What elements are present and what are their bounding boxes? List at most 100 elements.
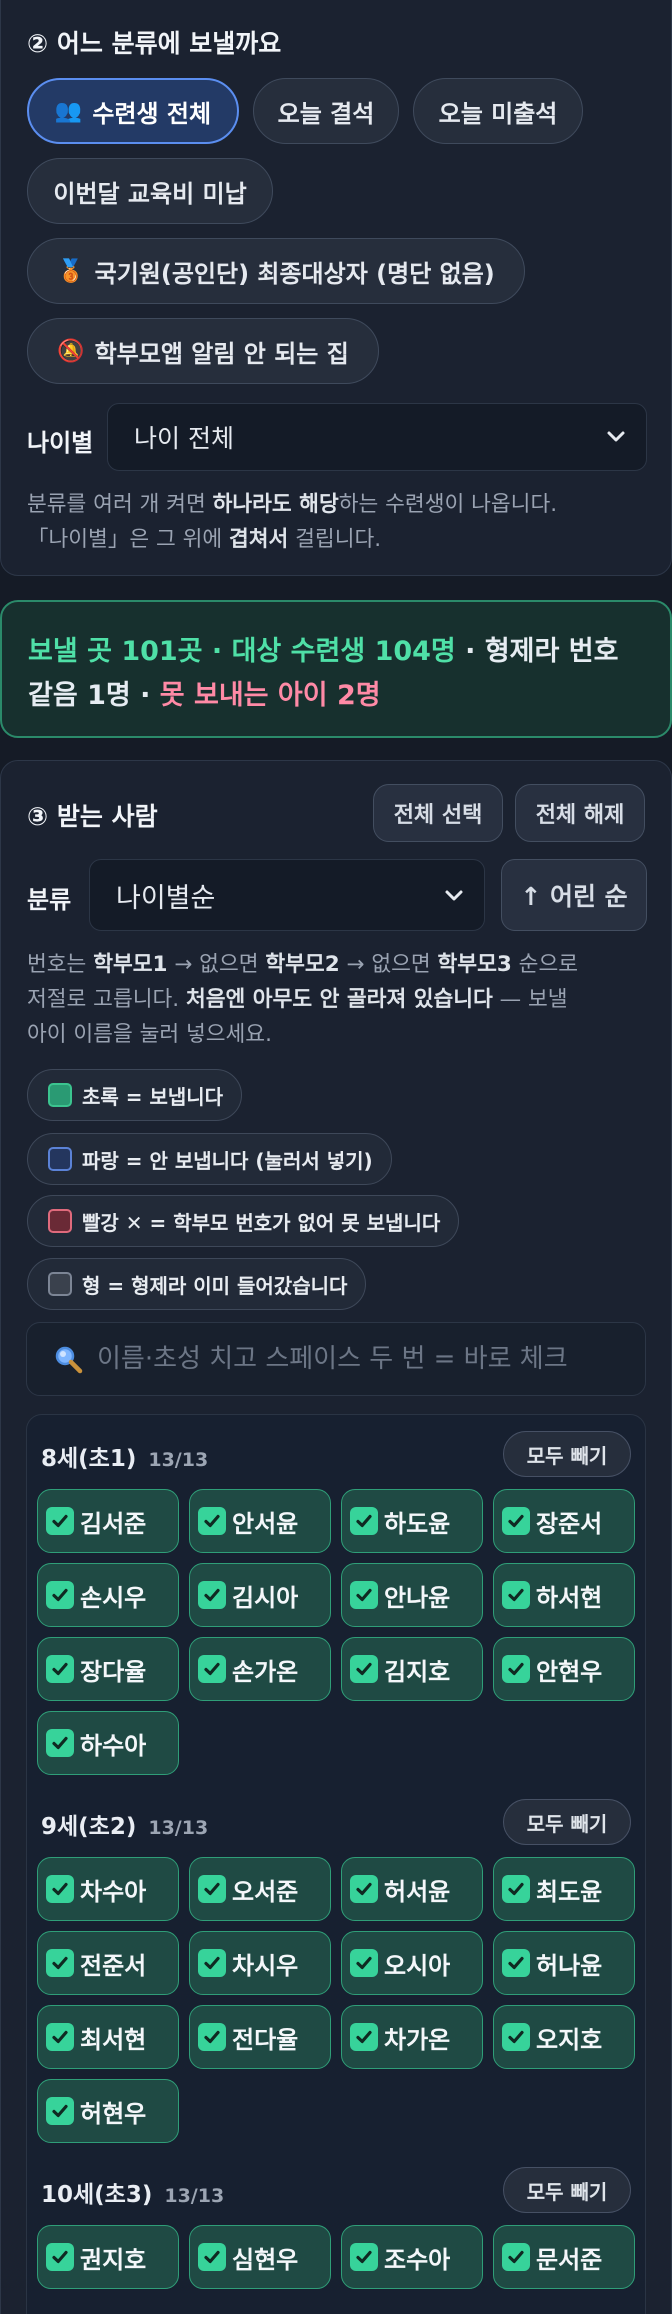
student-chip[interactable]: 권지호 (37, 2225, 179, 2289)
student-chip[interactable]: 허서윤 (341, 1857, 483, 1921)
group-count: 13/13 (148, 1449, 209, 1471)
no-bell-icon: 🔕 (57, 338, 85, 364)
student-name: 안나윤 (384, 1583, 451, 1612)
sort-select[interactable]: 나이별순 (89, 859, 485, 931)
student-name: 오지호 (536, 2025, 603, 2054)
student-chip[interactable]: 김서준 (37, 1489, 179, 1553)
student-chip[interactable]: 조수아 (341, 2225, 483, 2289)
medal-icon: 🥉 (57, 258, 85, 284)
checkmark-icon (350, 1875, 378, 1903)
student-chip[interactable]: 전다율 (189, 2005, 331, 2069)
category-not-attended-today[interactable]: 오늘 미출석 (413, 78, 583, 144)
student-name: 하서현 (536, 1583, 603, 1612)
category-kukkiwon-candidates[interactable]: 🥉 국기원(공인단) 최종대상자 (명단 없음) (27, 238, 525, 304)
recipients-help-text: 번호는 학부모1 → 없으면 학부모2 → 없으면 학부모3 순으로 저절로 고… (27, 952, 579, 1047)
filter-help-text: 분류를 여러 개 켜면 하나라도 해당하는 수련생이 나옵니다. 「나이별」은 … (27, 492, 558, 552)
student-chip[interactable]: 하서현 (493, 1563, 635, 1627)
student-chip[interactable]: 오시아 (341, 1931, 483, 1995)
student-name: 허현우 (80, 2099, 147, 2128)
chevron-down-icon (445, 890, 463, 901)
student-chip[interactable]: 최도윤 (493, 1857, 635, 1921)
checkmark-icon (502, 1655, 530, 1683)
student-chip[interactable]: 심현우 (189, 2225, 331, 2289)
student-name: 차수아 (80, 1877, 147, 1906)
legend-green: 초록 = 보냅니다 (27, 1069, 243, 1121)
student-chip[interactable]: 차시우 (189, 1931, 331, 1995)
student-chip[interactable]: 장다율 (37, 1637, 179, 1701)
recipients-title: ③ 받는 사람 (27, 802, 158, 831)
checkmark-icon (198, 1655, 226, 1683)
student-name: 권지호 (80, 2245, 147, 2274)
summary-targets: 보낼 곳 101곳 · 대상 수련생 104명 (28, 636, 456, 667)
checkmark-icon (46, 1655, 74, 1683)
group-remove-all-button[interactable]: 모두 빼기 (503, 1431, 631, 1477)
filter-title: ② 어느 분류에 보낼까요 (27, 29, 282, 58)
student-chip[interactable]: 문서준 (493, 2225, 635, 2289)
select-all-button[interactable]: 전체 선택 (373, 784, 503, 842)
student-chip[interactable]: 장준서 (493, 1489, 635, 1553)
student-name: 김지호 (384, 1657, 451, 1686)
student-chip[interactable]: 안서윤 (189, 1489, 331, 1553)
student-chip[interactable]: 안나윤 (341, 1563, 483, 1627)
search-input[interactable] (97, 1344, 637, 1374)
student-chip[interactable]: 오지호 (493, 2005, 635, 2069)
student-chip[interactable]: 손가온 (189, 1637, 331, 1701)
student-name: 김시아 (232, 1583, 299, 1612)
chevron-down-icon (607, 431, 625, 442)
checkmark-icon (46, 1729, 74, 1757)
student-chip[interactable]: 차가온 (341, 2005, 483, 2069)
student-name: 안서윤 (232, 1509, 299, 1538)
student-groups: 8세(초1) 13/13 모두 빼기 김서준 안서윤 하도윤 장준서 손시우 김시아 안나윤 하서현… (26, 1414, 646, 2314)
checkmark-icon (502, 1875, 530, 1903)
checkmark-icon (198, 1507, 226, 1535)
category-label: 오늘 결석 (277, 99, 375, 128)
student-chip[interactable]: 김시아 (189, 1563, 331, 1627)
student-chip[interactable]: 허현우 (37, 2079, 179, 2143)
student-name: 안현우 (536, 1657, 603, 1686)
student-chip[interactable]: 오서준 (189, 1857, 331, 1921)
category-tuition-unpaid[interactable]: 이번달 교육비 미납 (27, 158, 273, 224)
category-all-students[interactable]: 👥 수련생 전체 (27, 78, 239, 144)
group-remove-all-button[interactable]: 모두 빼기 (503, 1799, 631, 1845)
student-name: 최도윤 (536, 1877, 603, 1906)
student-name: 오서준 (232, 1877, 299, 1906)
student-name: 허서윤 (384, 1877, 451, 1906)
category-absent-today[interactable]: 오늘 결석 (253, 78, 399, 144)
checkmark-icon (46, 2023, 74, 2051)
checkmark-icon (502, 1507, 530, 1535)
age-select[interactable]: 나이 전체 (107, 403, 647, 471)
category-no-app-notification[interactable]: 🔕 학부모앱 알림 안 되는 집 (27, 318, 379, 384)
group-header: 10세(초3) 13/13 (41, 2175, 224, 2209)
student-name: 문서준 (536, 2245, 603, 2274)
student-chip[interactable]: 허나윤 (493, 1931, 635, 1995)
student-name: 김서준 (80, 1509, 147, 1538)
student-chip[interactable]: 차수아 (37, 1857, 179, 1921)
category-label: 국기원(공인단) 최종대상자 (명단 없음) (94, 259, 495, 288)
checkmark-icon (502, 2023, 530, 2051)
student-chip[interactable]: 전준서 (37, 1931, 179, 1995)
checkmark-icon (502, 1949, 530, 1977)
student-chip[interactable]: 하수아 (37, 1711, 179, 1775)
student-name: 장준서 (536, 1509, 603, 1538)
deselect-all-button[interactable]: 전체 해제 (515, 784, 645, 842)
green-swatch (48, 1083, 72, 1107)
group-header: 9세(초2) 13/13 (41, 1807, 208, 1841)
checkmark-icon (46, 1507, 74, 1535)
checkmark-icon (350, 1507, 378, 1535)
student-chip[interactable]: 안현우 (493, 1637, 635, 1701)
checkmark-icon (46, 2097, 74, 2125)
student-search-box[interactable] (26, 1322, 646, 1396)
group-remove-all-button[interactable]: 모두 빼기 (503, 2167, 631, 2213)
student-chip[interactable]: 손시우 (37, 1563, 179, 1627)
student-chip[interactable]: 하도윤 (341, 1489, 483, 1553)
student-name: 차시우 (232, 1951, 299, 1980)
student-chip[interactable]: 최서현 (37, 2005, 179, 2069)
age-select-value: 나이 전체 (134, 424, 234, 453)
checkmark-icon (46, 1875, 74, 1903)
checkmark-icon (350, 2023, 378, 2051)
student-chip[interactable]: 김지호 (341, 1637, 483, 1701)
send-summary: 보낼 곳 101곳 · 대상 수련생 104명 · 형제라 번호 같음 1명 ·… (0, 600, 672, 738)
student-name: 손시우 (80, 1583, 147, 1612)
sort-order-button[interactable]: ↑ 어린 순 (501, 859, 647, 931)
student-name: 오시아 (384, 1951, 451, 1980)
